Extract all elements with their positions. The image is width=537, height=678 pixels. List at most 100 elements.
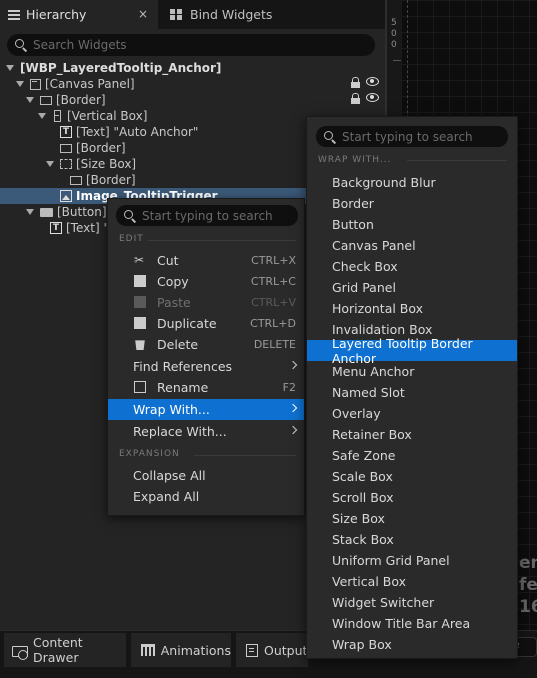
section-header-expansion: EXPANSION (119, 449, 180, 459)
menu-item-collapse-all[interactable]: Collapse All (108, 465, 304, 486)
wrap-option-vertical-box[interactable]: Vertical Box (307, 571, 517, 592)
menu-item-replace-with[interactable]: Replace With... (108, 421, 304, 442)
tree-row-root[interactable]: [WBP_LayeredTooltip_Anchor] (0, 60, 385, 76)
menu-item-copy[interactable]: Copy CTRL+C (108, 271, 304, 292)
wrap-option-retainer-box[interactable]: Retainer Box (307, 424, 517, 445)
menu-item-expand-all[interactable]: Expand All (108, 486, 304, 507)
viewport-text-line: fe (519, 575, 537, 595)
duplicate-icon (134, 317, 146, 329)
divider (194, 455, 296, 456)
wrap-option-window-title-bar-area[interactable]: Window Title Bar Area (307, 613, 517, 634)
tree-label-text-auto-anchor: [Text] "Auto Anchor" (76, 125, 199, 139)
context-search-input[interactable] (142, 208, 292, 223)
wrap-option-canvas-panel[interactable]: Canvas Panel (307, 235, 517, 256)
animations-button[interactable]: Animations (131, 633, 231, 667)
submenu-search-field[interactable] (316, 126, 508, 147)
content-drawer-icon (12, 644, 28, 660)
wrap-option-scroll-box[interactable]: Scroll Box (307, 487, 517, 508)
wrap-option-overlay[interactable]: Overlay (307, 403, 517, 424)
shortcut-copy: CTRL+C (250, 275, 296, 288)
wrap-option-wrap-box[interactable]: Wrap Box (307, 634, 517, 655)
wrap-option-check-box[interactable]: Check Box (307, 256, 517, 277)
wrap-option-size-box[interactable]: Size Box (307, 508, 517, 529)
expand-arrow-icon[interactable] (38, 113, 46, 119)
menu-label-cut: Cut (157, 253, 179, 268)
tree-row-border[interactable]: [Border] (0, 92, 385, 108)
tree-label-canvas-panel: [Canvas Panel] (45, 77, 135, 91)
expand-arrow-icon[interactable] (6, 65, 14, 71)
menu-label-duplicate: Duplicate (157, 316, 217, 331)
viewport-text-line: 16 (519, 597, 537, 617)
eye-icon[interactable] (366, 77, 379, 86)
viewport-partial-text: ent fe 16 (519, 552, 537, 618)
menu-item-rename[interactable]: Rename F2 (108, 377, 304, 398)
wrap-option-menu-anchor[interactable]: Menu Anchor (307, 361, 517, 382)
ruler-number: 5 (391, 18, 397, 28)
wrap-option-border[interactable]: Border (307, 193, 517, 214)
menu-label-copy: Copy (157, 274, 189, 289)
size-box-icon (60, 159, 72, 169)
menu-item-wrap-with[interactable]: Wrap With... (108, 399, 304, 420)
content-drawer-label: Content Drawer (33, 635, 83, 665)
menu-item-cut[interactable]: ✂ Cut CTRL+X (108, 250, 304, 271)
submenu-search-input[interactable] (342, 129, 492, 144)
expand-arrow-icon[interactable] (16, 81, 24, 87)
wrap-option-background-blur[interactable]: Background Blur (307, 172, 517, 193)
expand-arrow-icon[interactable] (26, 209, 34, 215)
context-search-field[interactable] (116, 205, 298, 226)
lock-icon[interactable] (351, 93, 360, 104)
border-icon (70, 175, 82, 185)
ruler-number: 0 (391, 29, 397, 39)
wrap-option-horizontal-box[interactable]: Horizontal Box (307, 298, 517, 319)
wrap-option-layered-tooltip-border-anchor[interactable]: Layered Tooltip Border Anchor (307, 336, 517, 366)
chevron-right-icon (288, 360, 298, 370)
output-button[interactable]: Output (236, 633, 308, 667)
expand-arrow-icon[interactable] (26, 97, 34, 103)
tab-bar: Hierarchy × Bind Widgets (0, 0, 385, 29)
animations-icon (141, 644, 155, 656)
search-widgets-field[interactable] (7, 34, 375, 56)
wrap-option-scale-box[interactable]: Scale Box (307, 466, 517, 487)
rename-icon (134, 381, 146, 393)
ruler-number: 0 (391, 40, 397, 50)
output-log-icon (246, 643, 258, 657)
text-widget-icon: T (60, 126, 72, 138)
wrap-option-grid-panel[interactable]: Grid Panel (307, 277, 517, 298)
shortcut-delete: DELETE (253, 338, 296, 351)
wrap-option-stack-box[interactable]: Stack Box (307, 529, 517, 550)
expand-arrow-icon[interactable] (46, 161, 54, 167)
eye-icon[interactable] (366, 93, 379, 102)
tree-label-text-2: [Text] " (66, 221, 109, 235)
content-drawer-button[interactable]: Content Drawer (4, 633, 126, 667)
menu-item-paste[interactable]: Paste CTRL+V (108, 292, 304, 313)
tree-row-canvas-panel[interactable]: [Canvas Panel] (0, 76, 385, 92)
wrap-with-submenu: WRAP WITH... Background BlurBorderButton… (306, 116, 518, 659)
wrap-option-widget-switcher[interactable]: Widget Switcher (307, 592, 517, 613)
tab-hierarchy[interactable]: Hierarchy × (0, 0, 158, 29)
tab-bind-widgets[interactable]: Bind Widgets (160, 0, 300, 29)
lock-icon[interactable] (351, 77, 360, 88)
vertical-box-icon (54, 110, 61, 122)
close-icon[interactable]: × (138, 7, 148, 21)
menu-item-delete[interactable]: Delete DELETE (108, 334, 304, 355)
menu-label-paste: Paste (157, 295, 191, 310)
section-header-wrap-with: WRAP WITH... (318, 155, 392, 165)
tree-label-border: [Border] (56, 93, 106, 107)
menu-label-rename: Rename (157, 380, 209, 395)
tree-label-button: [Button] (57, 205, 107, 219)
wrap-option-uniform-grid-panel[interactable]: Uniform Grid Panel (307, 550, 517, 571)
hierarchy-icon (8, 9, 20, 20)
wrap-option-button[interactable]: Button (307, 214, 517, 235)
border-icon (60, 143, 72, 153)
shortcut-duplicate: CTRL+D (250, 317, 296, 330)
wrap-option-safe-zone[interactable]: Safe Zone (307, 445, 517, 466)
animations-label: Animations (160, 642, 231, 658)
search-input[interactable] (33, 38, 353, 52)
wrap-option-named-slot[interactable]: Named Slot (307, 382, 517, 403)
chevron-right-icon (288, 425, 298, 435)
menu-item-duplicate[interactable]: Duplicate CTRL+D (108, 313, 304, 334)
section-header-edit: EDIT (119, 234, 144, 244)
bind-widgets-icon (170, 8, 183, 21)
menu-item-find-references[interactable]: Find References (108, 356, 304, 377)
divider (407, 160, 507, 161)
